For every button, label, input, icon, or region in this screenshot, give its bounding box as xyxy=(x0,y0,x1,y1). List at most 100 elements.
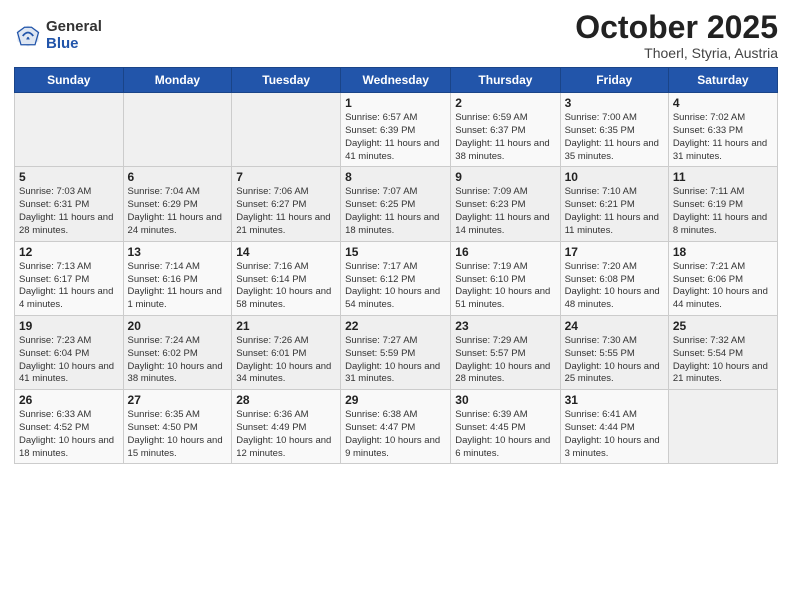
day-number: 18 xyxy=(673,245,773,259)
day-number: 9 xyxy=(455,170,555,184)
calendar-cell xyxy=(15,93,124,167)
header: General Blue October 2025 Thoerl, Styria… xyxy=(14,10,778,61)
calendar-cell: 24 Sunrise: 7:30 AM Sunset: 5:55 PM Dayli… xyxy=(560,315,668,389)
calendar-cell: 26 Sunrise: 6:33 AM Sunset: 4:52 PM Dayli… xyxy=(15,390,124,464)
calendar-week-row-0: 1 Sunrise: 6:57 AM Sunset: 6:39 PM Daylig… xyxy=(15,93,778,167)
day-number: 14 xyxy=(236,245,336,259)
day-info: Sunrise: 7:06 AM Sunset: 6:27 PM Dayligh… xyxy=(236,186,336,237)
day-number: 17 xyxy=(565,245,664,259)
calendar-cell: 4Sunrise: 7:02 AM Sunset: 6:33 PM Daylig… xyxy=(668,93,777,167)
day-info: Sunrise: 6:59 AM Sunset: 6:37 PM Dayligh… xyxy=(455,112,555,163)
calendar-cell: 22Sunrise: 7:27 AM Sunset: 5:59 PM Dayli… xyxy=(341,315,451,389)
day-number: 28 xyxy=(236,393,336,407)
day-number: 1 xyxy=(345,96,446,110)
day-number: 25 xyxy=(673,319,773,333)
day-number: 21 xyxy=(236,319,336,333)
calendar-cell: 11 Sunrise: 7:11 AM Sunset: 6:19 PM Dayli… xyxy=(668,167,777,241)
day-number: 30 xyxy=(455,393,555,407)
logo-general: General xyxy=(46,19,102,36)
calendar-cell: 15 Sunrise: 7:17 AM Sunset: 6:12 PM Dayli… xyxy=(341,241,451,315)
title-month: October 2025 xyxy=(575,10,778,45)
col-friday: Friday xyxy=(560,68,668,93)
calendar-week-row-1: 5Sunrise: 7:03 AM Sunset: 6:31 PM Daylig… xyxy=(15,167,778,241)
calendar-cell: 25 Sunrise: 7:32 AM Sunset: 5:54 PM Dayli… xyxy=(668,315,777,389)
day-info: Sunrise: 7:00 AM Sunset: 6:35 PM Dayligh… xyxy=(565,112,664,163)
day-number: 29 xyxy=(345,393,446,407)
calendar-cell: 19 Sunrise: 7:23 AM Sunset: 6:04 PM Dayli… xyxy=(15,315,124,389)
day-info: Sunrise: 7:14 AM Sunset: 6:16 PM Dayligh… xyxy=(128,261,228,312)
day-info: Sunrise: 7:03 AM Sunset: 6:31 PM Dayligh… xyxy=(19,186,119,237)
day-info: Sunrise: 7:21 AM Sunset: 6:06 PM Dayligh… xyxy=(673,261,773,312)
day-number: 22 xyxy=(345,319,446,333)
calendar-cell: 10 Sunrise: 7:10 AM Sunset: 6:21 PM Dayli… xyxy=(560,167,668,241)
day-number: 10 xyxy=(565,170,664,184)
day-number: 26 xyxy=(19,393,119,407)
calendar-week-row-2: 12 Sunrise: 7:13 AM Sunset: 6:17 PM Dayli… xyxy=(15,241,778,315)
day-number: 3 xyxy=(565,96,664,110)
calendar-cell: 28 Sunrise: 6:36 AM Sunset: 4:49 PM Dayli… xyxy=(232,390,341,464)
day-info: Sunrise: 6:33 AM Sunset: 4:52 PM Dayligh… xyxy=(19,409,119,460)
calendar-header-row: Sunday Monday Tuesday Wednesday Thursday… xyxy=(15,68,778,93)
day-number: 19 xyxy=(19,319,119,333)
calendar-cell: 14 Sunrise: 7:16 AM Sunset: 6:14 PM Dayli… xyxy=(232,241,341,315)
logo: General Blue xyxy=(14,19,102,52)
calendar-cell: 2 Sunrise: 6:59 AM Sunset: 6:37 PM Daylig… xyxy=(451,93,560,167)
calendar-cell: 8 Sunrise: 7:07 AM Sunset: 6:25 PM Daylig… xyxy=(341,167,451,241)
calendar-week-row-4: 26 Sunrise: 6:33 AM Sunset: 4:52 PM Dayli… xyxy=(15,390,778,464)
day-info: Sunrise: 6:39 AM Sunset: 4:45 PM Dayligh… xyxy=(455,409,555,460)
day-info: Sunrise: 7:04 AM Sunset: 6:29 PM Dayligh… xyxy=(128,186,228,237)
calendar-cell: 7 Sunrise: 7:06 AM Sunset: 6:27 PM Daylig… xyxy=(232,167,341,241)
day-number: 16 xyxy=(455,245,555,259)
day-number: 2 xyxy=(455,96,555,110)
day-number: 11 xyxy=(673,170,773,184)
day-info: Sunrise: 7:16 AM Sunset: 6:14 PM Dayligh… xyxy=(236,261,336,312)
day-info: Sunrise: 7:19 AM Sunset: 6:10 PM Dayligh… xyxy=(455,261,555,312)
day-info: Sunrise: 7:23 AM Sunset: 6:04 PM Dayligh… xyxy=(19,335,119,386)
day-info: Sunrise: 7:24 AM Sunset: 6:02 PM Dayligh… xyxy=(128,335,228,386)
day-info: Sunrise: 7:20 AM Sunset: 6:08 PM Dayligh… xyxy=(565,261,664,312)
calendar-cell: 5Sunrise: 7:03 AM Sunset: 6:31 PM Daylig… xyxy=(15,167,124,241)
calendar-cell: 21Sunrise: 7:26 AM Sunset: 6:01 PM Dayli… xyxy=(232,315,341,389)
page: General Blue October 2025 Thoerl, Styria… xyxy=(0,0,792,612)
day-info: Sunrise: 7:07 AM Sunset: 6:25 PM Dayligh… xyxy=(345,186,446,237)
calendar-cell: 13 Sunrise: 7:14 AM Sunset: 6:16 PM Dayli… xyxy=(123,241,232,315)
day-info: Sunrise: 6:57 AM Sunset: 6:39 PM Dayligh… xyxy=(345,112,446,163)
day-number: 7 xyxy=(236,170,336,184)
day-info: Sunrise: 7:32 AM Sunset: 5:54 PM Dayligh… xyxy=(673,335,773,386)
col-saturday: Saturday xyxy=(668,68,777,93)
col-tuesday: Tuesday xyxy=(232,68,341,93)
calendar-cell: 20Sunrise: 7:24 AM Sunset: 6:02 PM Dayli… xyxy=(123,315,232,389)
logo-icon xyxy=(14,22,42,50)
day-info: Sunrise: 6:36 AM Sunset: 4:49 PM Dayligh… xyxy=(236,409,336,460)
day-number: 13 xyxy=(128,245,228,259)
day-number: 24 xyxy=(565,319,664,333)
calendar-cell: 27 Sunrise: 6:35 AM Sunset: 4:50 PM Dayli… xyxy=(123,390,232,464)
calendar-week-row-3: 19 Sunrise: 7:23 AM Sunset: 6:04 PM Dayli… xyxy=(15,315,778,389)
calendar-cell: 16 Sunrise: 7:19 AM Sunset: 6:10 PM Dayli… xyxy=(451,241,560,315)
day-info: Sunrise: 7:29 AM Sunset: 5:57 PM Dayligh… xyxy=(455,335,555,386)
calendar-cell: 9Sunrise: 7:09 AM Sunset: 6:23 PM Daylig… xyxy=(451,167,560,241)
day-info: Sunrise: 7:11 AM Sunset: 6:19 PM Dayligh… xyxy=(673,186,773,237)
day-number: 15 xyxy=(345,245,446,259)
col-thursday: Thursday xyxy=(451,68,560,93)
day-number: 8 xyxy=(345,170,446,184)
day-info: Sunrise: 7:10 AM Sunset: 6:21 PM Dayligh… xyxy=(565,186,664,237)
col-monday: Monday xyxy=(123,68,232,93)
title-block: October 2025 Thoerl, Styria, Austria xyxy=(575,10,778,61)
calendar-cell: 23 Sunrise: 7:29 AM Sunset: 5:57 PM Dayli… xyxy=(451,315,560,389)
day-info: Sunrise: 6:38 AM Sunset: 4:47 PM Dayligh… xyxy=(345,409,446,460)
logo-text: General Blue xyxy=(46,19,102,52)
calendar: Sunday Monday Tuesday Wednesday Thursday… xyxy=(14,67,778,464)
day-info: Sunrise: 7:13 AM Sunset: 6:17 PM Dayligh… xyxy=(19,261,119,312)
title-location: Thoerl, Styria, Austria xyxy=(575,45,778,61)
day-number: 27 xyxy=(128,393,228,407)
calendar-cell: 31Sunrise: 6:41 AM Sunset: 4:44 PM Dayli… xyxy=(560,390,668,464)
day-info: Sunrise: 7:17 AM Sunset: 6:12 PM Dayligh… xyxy=(345,261,446,312)
day-info: Sunrise: 6:35 AM Sunset: 4:50 PM Dayligh… xyxy=(128,409,228,460)
day-number: 12 xyxy=(19,245,119,259)
calendar-cell: 30 Sunrise: 6:39 AM Sunset: 4:45 PM Dayli… xyxy=(451,390,560,464)
day-info: Sunrise: 7:30 AM Sunset: 5:55 PM Dayligh… xyxy=(565,335,664,386)
calendar-cell: 1 Sunrise: 6:57 AM Sunset: 6:39 PM Daylig… xyxy=(341,93,451,167)
calendar-cell xyxy=(668,390,777,464)
day-number: 23 xyxy=(455,319,555,333)
